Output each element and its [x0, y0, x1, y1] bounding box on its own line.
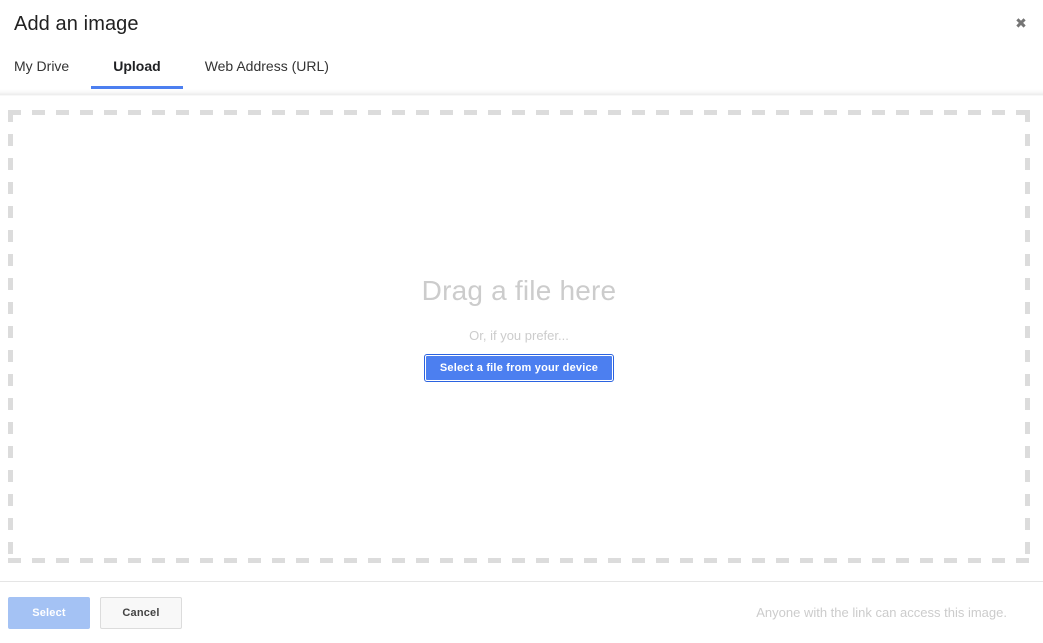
tab-bar: My Drive Upload Web Address (URL): [0, 56, 351, 89]
page-title: Add an image: [14, 13, 139, 35]
select-button[interactable]: Select: [8, 596, 90, 629]
dialog-footer: Select Cancel Anyone with the link can a…: [0, 581, 1043, 643]
tab-upload[interactable]: Upload: [91, 56, 184, 89]
dropzone-content: Drag a file here Or, if you prefer... Se…: [8, 274, 1030, 382]
dropzone-heading: Drag a file here: [421, 275, 617, 306]
cancel-button[interactable]: Cancel: [100, 596, 182, 629]
tab-web-address-url[interactable]: Web Address (URL): [183, 56, 351, 89]
tab-my-drive[interactable]: My Drive: [0, 56, 91, 89]
footer-actions: Select Cancel: [0, 596, 182, 629]
select-file-from-device-button[interactable]: Select a file from your device: [423, 354, 615, 382]
dropzone-subtext: Or, if you prefer...: [469, 328, 569, 343]
dialog-body: Drag a file here Or, if you prefer... Se…: [0, 96, 1043, 581]
close-icon[interactable]: ✖: [1009, 11, 1033, 35]
file-dropzone[interactable]: Drag a file here Or, if you prefer... Se…: [8, 110, 1030, 563]
add-an-image-dialog: Add an image ✖ My Drive Upload Web Addre…: [0, 0, 1043, 643]
dialog-header: Add an image ✖ My Drive Upload Web Addre…: [0, 0, 1043, 96]
header-divider-shadow: [0, 89, 1043, 96]
sharing-note: Anyone with the link can access this ima…: [756, 604, 1007, 620]
